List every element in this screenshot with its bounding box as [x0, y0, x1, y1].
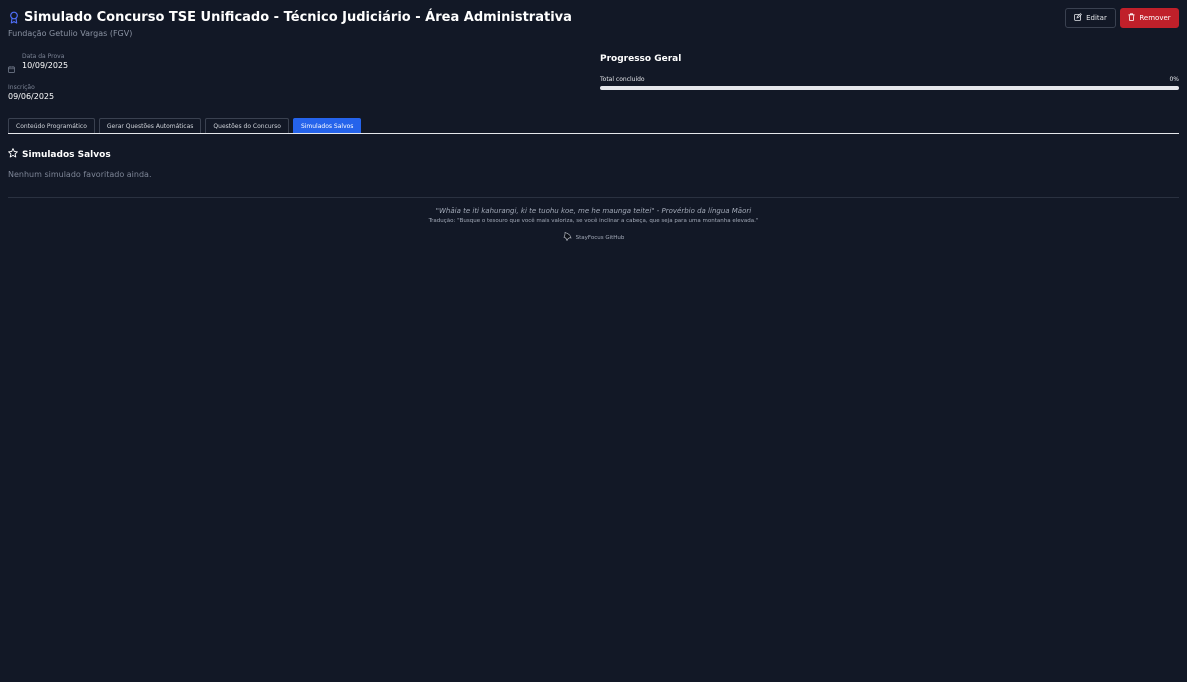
overall-progress: Progresso Geral Total concluído 0% — [600, 54, 1179, 90]
header-actions: Editar Remover — [1065, 8, 1179, 28]
header: Simulado Concurso TSE Unificado - Técnic… — [8, 8, 1179, 40]
tab-conteudo-programatico[interactable]: Conteúdo Programático — [8, 118, 95, 133]
page-title: Simulado Concurso TSE Unificado - Técnic… — [24, 9, 572, 25]
exam-info: Data da Prova 10/09/2025 — [8, 53, 568, 77]
trash-icon — [1128, 13, 1135, 23]
calendar-icon — [8, 58, 15, 77]
tab-simulados-salvos[interactable]: Simulados Salvos — [292, 118, 362, 133]
tab-list: Conteúdo Programático Gerar Questões Aut… — [8, 118, 1179, 134]
tab-questoes-concurso[interactable]: Questões do Concurso — [205, 118, 289, 133]
registration-date: Inscrição 09/06/2025 — [8, 84, 54, 102]
award-icon — [8, 10, 20, 24]
edit-icon — [1074, 13, 1083, 23]
organizer-name: Fundação Getulio Vargas (FGV) — [8, 29, 133, 38]
remove-button-label: Remover — [1139, 14, 1171, 22]
page: Simulado Concurso TSE Unificado - Técnic… — [0, 0, 1187, 682]
registration-value: 09/06/2025 — [8, 92, 55, 101]
star-icon — [8, 148, 18, 161]
exam-date: Data da Prova 10/09/2025 — [8, 53, 568, 77]
exam-date-value: 10/09/2025 — [22, 61, 69, 70]
github-link[interactable]: StayFocus GitHub — [563, 232, 625, 243]
footer-translation: Tradução: "Busque o tesouro que você mai… — [428, 218, 759, 224]
github-icon — [563, 232, 572, 243]
saved-title-text: Simulados Salvos — [22, 149, 111, 160]
exam-date-label: Data da Prova — [22, 53, 65, 60]
progress-bar — [600, 86, 1179, 90]
saved-section-title: Simulados Salvos — [8, 148, 111, 161]
empty-state-message: Nenhum simulado favoritado ainda. — [8, 170, 152, 179]
progress-percent: 0% — [1169, 76, 1179, 83]
edit-button-label: Editar — [1086, 14, 1107, 22]
progress-title: Progresso Geral — [600, 54, 682, 64]
footer-quote: "Whāia te iti kahurangi, ki te tuohu koe… — [435, 207, 752, 215]
footer: "Whāia te iti kahurangi, ki te tuohu koe… — [0, 207, 1187, 245]
divider — [8, 197, 1179, 198]
github-link-label: StayFocus GitHub — [575, 234, 625, 241]
edit-button[interactable]: Editar — [1065, 8, 1116, 28]
registration-label: Inscrição — [8, 84, 35, 91]
remove-button[interactable]: Remover — [1120, 8, 1179, 28]
tab-gerar-questoes[interactable]: Gerar Questões Automáticas — [98, 118, 202, 133]
progress-label: Total concluído — [600, 76, 645, 83]
